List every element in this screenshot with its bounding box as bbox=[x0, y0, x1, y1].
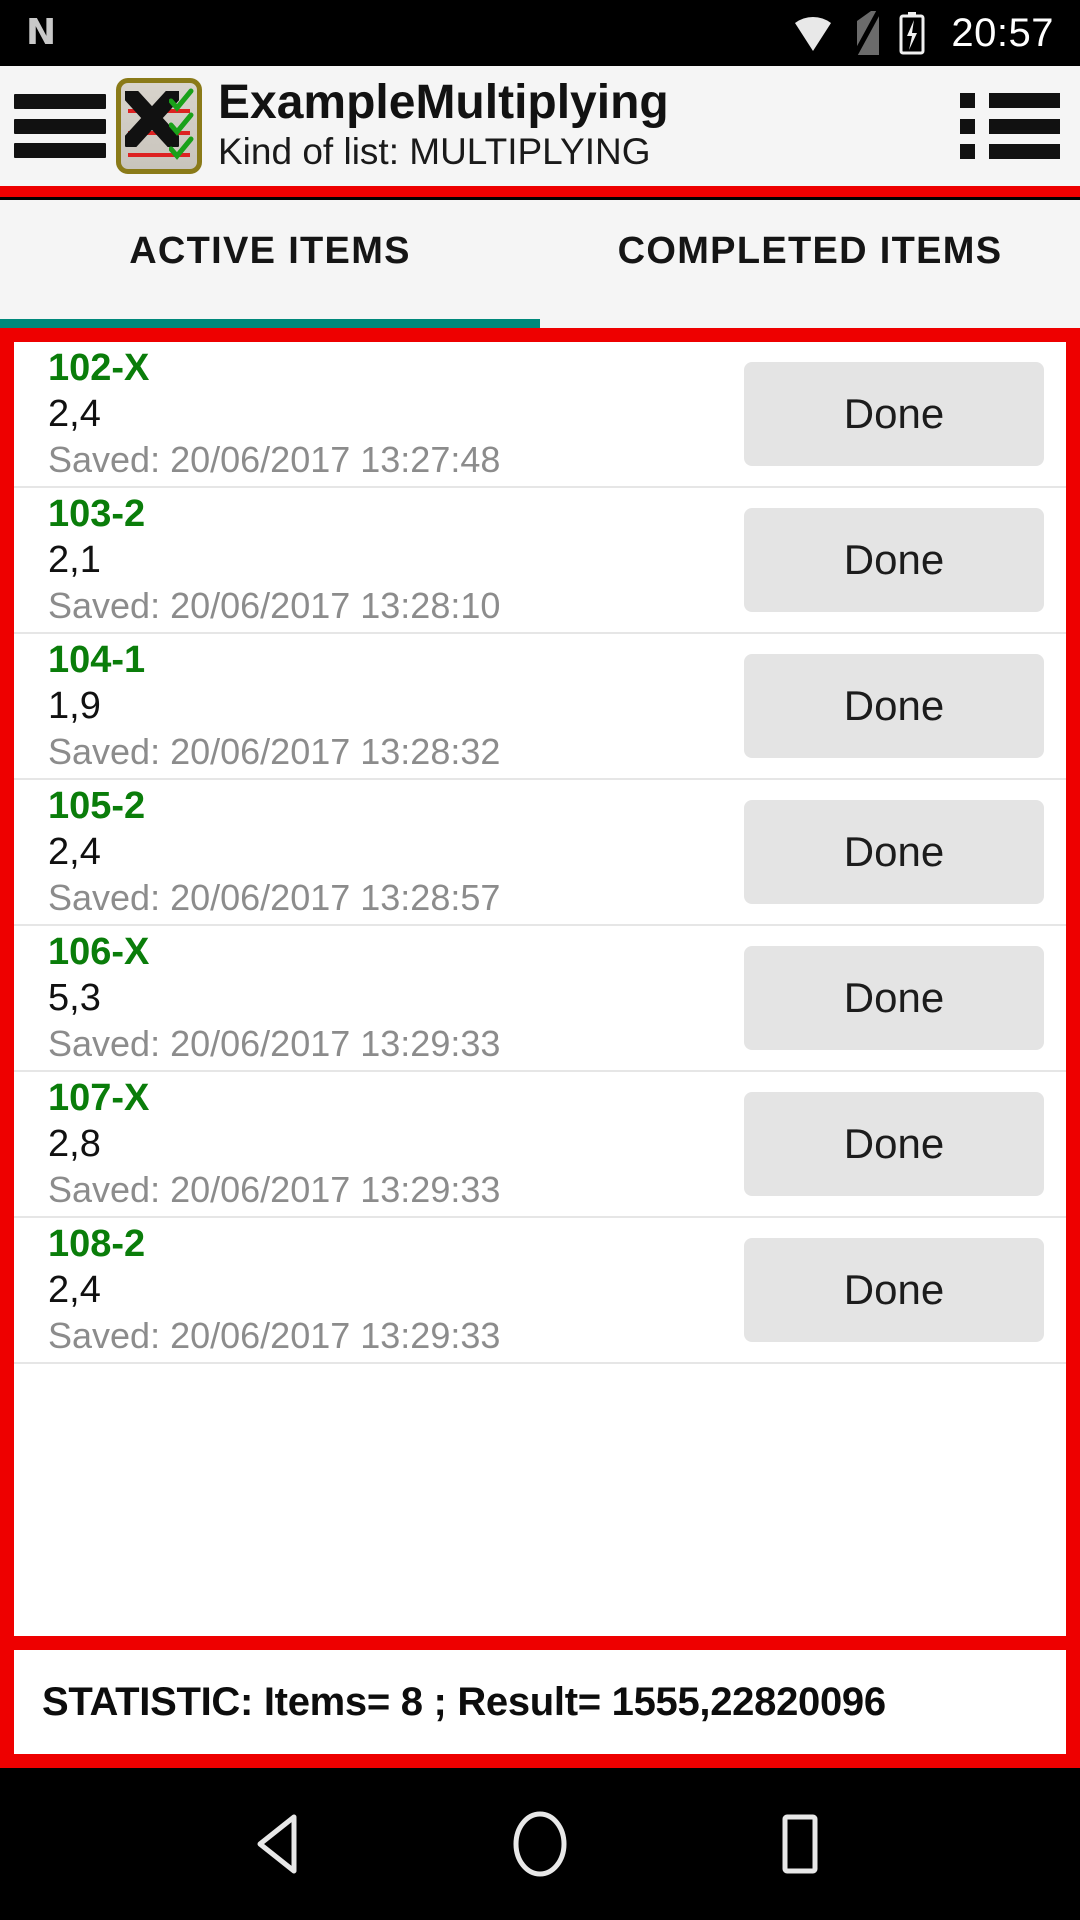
list-item-value: 2,1 bbox=[48, 539, 101, 582]
status-bar-right: 20:57 bbox=[791, 11, 1054, 56]
list-item-title: 103-2 bbox=[48, 492, 146, 535]
tab-completed-items[interactable]: COMPLETED ITEMS bbox=[540, 200, 1080, 328]
tab-bar: ACTIVE ITEMS COMPLETED ITEMS bbox=[0, 200, 1080, 328]
list-item-text: 108-2 2,4 Saved: 20/06/2017 13:29:33 bbox=[48, 1222, 726, 1359]
list-item-saved: Saved: 20/06/2017 13:29:33 bbox=[48, 1022, 501, 1064]
list-item-value: 2,4 bbox=[48, 1269, 101, 1312]
n-logo-icon: N bbox=[26, 12, 57, 53]
statistic-frame: STATISTIC: Items= 8 ; Result= 1555,22820… bbox=[0, 1636, 1080, 1768]
done-button[interactable]: Done bbox=[744, 1092, 1044, 1196]
home-circle-icon[interactable] bbox=[480, 1794, 600, 1894]
table-row[interactable]: 104-1 1,9 Saved: 20/06/2017 13:28:32 Don… bbox=[14, 634, 1066, 780]
page-subtitle: Kind of list: MULTIPLYING bbox=[218, 130, 651, 172]
table-row[interactable]: 102-X 2,4 Saved: 20/06/2017 13:27:48 Don… bbox=[14, 342, 1066, 488]
hamburger-menu-icon[interactable] bbox=[14, 94, 106, 158]
green-checks-icon bbox=[169, 88, 194, 160]
system-navigation-bar bbox=[0, 1768, 1080, 1920]
done-button[interactable]: Done bbox=[744, 800, 1044, 904]
done-button[interactable]: Done bbox=[744, 946, 1044, 1050]
list-item-value: 2,8 bbox=[48, 1123, 101, 1166]
recents-square-icon[interactable] bbox=[740, 1794, 860, 1894]
home-circle-glyph bbox=[513, 1811, 567, 1877]
back-triangle-glyph bbox=[257, 1814, 297, 1874]
list-item-saved: Saved: 20/06/2017 13:29:33 bbox=[48, 1168, 501, 1210]
items-list-frame: 102-X 2,4 Saved: 20/06/2017 13:27:48 Don… bbox=[0, 328, 1080, 1636]
done-button[interactable]: Done bbox=[744, 508, 1044, 612]
no-sim-icon bbox=[853, 11, 882, 55]
tab-active-items[interactable]: ACTIVE ITEMS bbox=[0, 200, 540, 328]
statistic-text: STATISTIC: Items= 8 ; Result= 1555,22820… bbox=[42, 1679, 886, 1724]
list-item-saved: Saved: 20/06/2017 13:28:57 bbox=[48, 876, 501, 918]
status-bar: N 20:57 bbox=[0, 0, 1080, 66]
list-item-saved: Saved: 20/06/2017 13:28:32 bbox=[48, 730, 501, 772]
list-item-title: 105-2 bbox=[48, 784, 146, 827]
table-row[interactable]: 103-2 2,1 Saved: 20/06/2017 13:28:10 Don… bbox=[14, 488, 1066, 634]
back-triangle-icon[interactable] bbox=[220, 1794, 340, 1894]
list-view-icon[interactable] bbox=[960, 93, 1060, 159]
action-bar-titles: ExampleMultiplying Kind of list: MULTIPL… bbox=[218, 75, 954, 174]
done-button[interactable]: Done bbox=[744, 654, 1044, 758]
tab-selected-indicator bbox=[0, 319, 540, 328]
list-item-saved: Saved: 20/06/2017 13:28:10 bbox=[48, 584, 501, 626]
page-title: ExampleMultiplying bbox=[218, 75, 669, 129]
table-row[interactable]: 105-2 2,4 Saved: 20/06/2017 13:28:57 Don… bbox=[14, 780, 1066, 926]
list-item-title: 107-X bbox=[48, 1076, 150, 1119]
list-item-value: 2,4 bbox=[48, 831, 101, 874]
list-item-saved: Saved: 20/06/2017 13:27:48 bbox=[48, 438, 501, 480]
action-bar: ExampleMultiplying Kind of list: MULTIPL… bbox=[0, 66, 1080, 186]
done-button[interactable]: Done bbox=[744, 362, 1044, 466]
recents-square-glyph bbox=[782, 1814, 818, 1874]
list-item-title: 104-1 bbox=[48, 638, 146, 681]
status-bar-left: N bbox=[26, 15, 56, 51]
phone-screen: N 20:57 ExampleMultiplying Kind of list:… bbox=[0, 0, 1080, 1920]
table-row[interactable]: 108-2 2,4 Saved: 20/06/2017 13:29:33 Don… bbox=[14, 1218, 1066, 1364]
list-item-text: 103-2 2,1 Saved: 20/06/2017 13:28:10 bbox=[48, 492, 726, 629]
table-row[interactable]: 106-X 5,3 Saved: 20/06/2017 13:29:33 Don… bbox=[14, 926, 1066, 1072]
list-item-value: 1,9 bbox=[48, 685, 101, 728]
battery-charging-icon bbox=[899, 12, 925, 55]
status-bar-clock: 20:57 bbox=[951, 10, 1054, 55]
list-item-title: 106-X bbox=[48, 930, 150, 973]
list-item-title: 102-X bbox=[48, 346, 150, 389]
list-item-text: 105-2 2,4 Saved: 20/06/2017 13:28:57 bbox=[48, 784, 726, 921]
status-badge: STATISTIC: Items= 8 ; Result= 1555,22820… bbox=[14, 1650, 1066, 1754]
list-item-text: 102-X 2,4 Saved: 20/06/2017 13:27:48 bbox=[48, 346, 726, 483]
wifi-icon bbox=[795, 17, 832, 51]
list-item-value: 2,4 bbox=[48, 393, 101, 436]
items-list[interactable]: 102-X 2,4 Saved: 20/06/2017 13:27:48 Don… bbox=[14, 342, 1066, 1636]
list-item-text: 104-1 1,9 Saved: 20/06/2017 13:28:32 bbox=[48, 638, 726, 775]
done-button[interactable]: Done bbox=[744, 1238, 1044, 1342]
table-row[interactable]: 107-X 2,8 Saved: 20/06/2017 13:29:33 Don… bbox=[14, 1072, 1066, 1218]
list-item-text: 107-X 2,8 Saved: 20/06/2017 13:29:33 bbox=[48, 1076, 726, 1213]
list-item-saved: Saved: 20/06/2017 13:29:33 bbox=[48, 1314, 501, 1356]
list-item-value: 5,3 bbox=[48, 977, 101, 1020]
checklist-x-app-icon bbox=[116, 78, 202, 174]
action-bar-red-divider bbox=[0, 186, 1080, 200]
list-item-text: 106-X 5,3 Saved: 20/06/2017 13:29:33 bbox=[48, 930, 726, 1067]
list-item-title: 108-2 bbox=[48, 1222, 146, 1265]
